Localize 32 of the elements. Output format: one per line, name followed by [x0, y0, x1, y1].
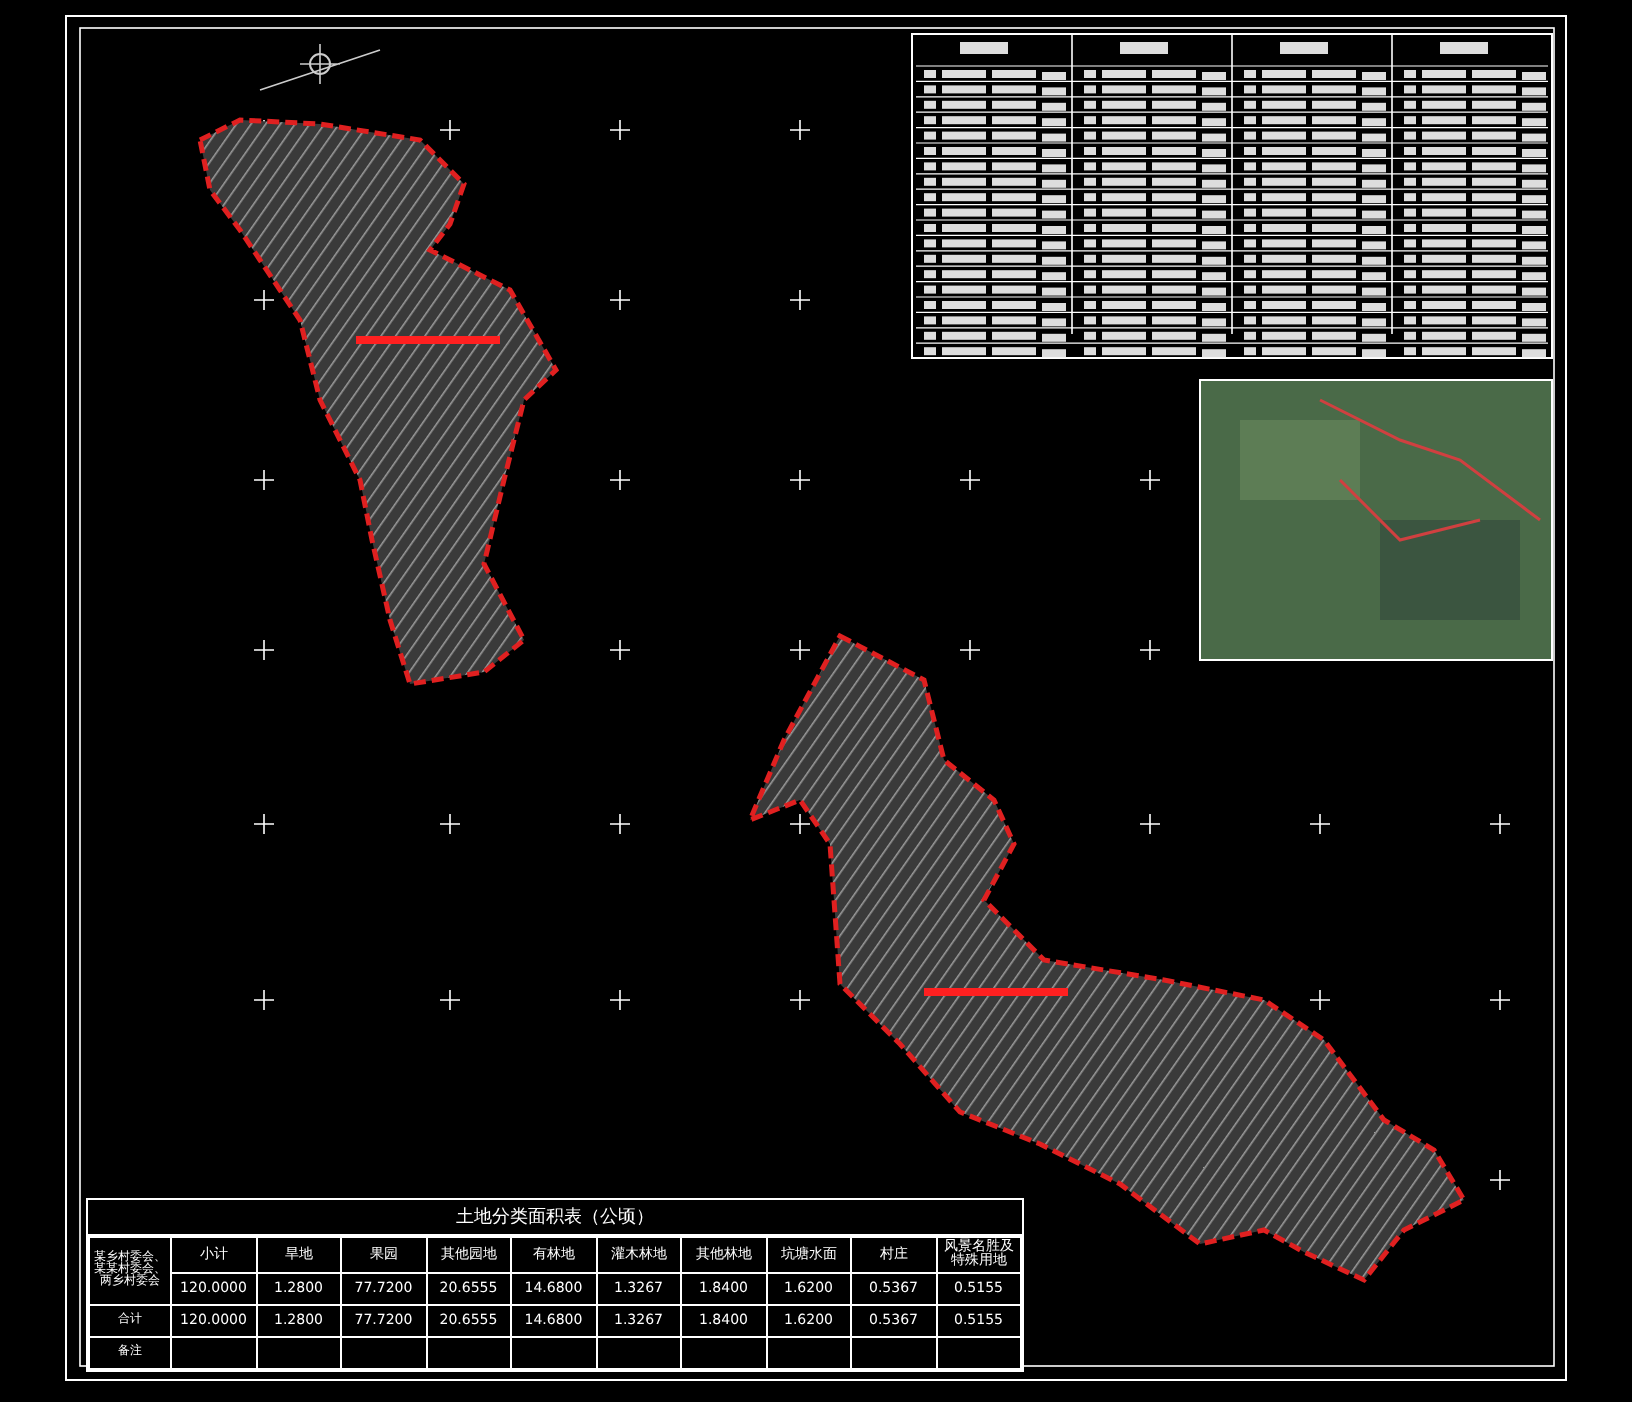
grid-cross-mark	[609, 469, 631, 491]
grid-cross-mark	[1309, 989, 1331, 1011]
grid-cross-mark	[253, 639, 275, 661]
grid-cross-mark	[253, 469, 275, 491]
grid-cross-mark	[609, 639, 631, 661]
grid-cross-mark	[253, 989, 275, 1011]
grid-cross-mark	[609, 289, 631, 311]
grid-cross-mark	[1489, 989, 1511, 1011]
grid-cross-mark	[439, 813, 461, 835]
grid-cross-mark	[1139, 639, 1161, 661]
grid-cross-mark	[789, 989, 811, 1011]
grid-cross-mark	[609, 119, 631, 141]
grid-cross-mark	[1139, 469, 1161, 491]
grid-cross-mark	[789, 813, 811, 835]
grid-cross-mark	[609, 989, 631, 1011]
grid-cross-mark	[789, 289, 811, 311]
table-title: 土地分类面积表（公顷）	[88, 1200, 1022, 1236]
grid-cross-mark	[439, 119, 461, 141]
grid-cross-mark	[789, 469, 811, 491]
grid-cross-mark	[253, 813, 275, 835]
grid-cross-mark	[1309, 813, 1331, 835]
grid-cross-mark	[789, 639, 811, 661]
grid-cross-mark	[1139, 813, 1161, 835]
grid-cross-mark	[959, 469, 981, 491]
north-arrow-icon	[259, 43, 381, 91]
grid-cross-mark	[1489, 813, 1511, 835]
grid-cross-mark	[439, 989, 461, 1011]
grid-cross-mark	[789, 119, 811, 141]
grid-cross-mark	[959, 639, 981, 661]
grid-cross-mark	[609, 813, 631, 835]
grid-cross-mark	[253, 289, 275, 311]
grid-cross-mark	[1489, 1169, 1511, 1191]
